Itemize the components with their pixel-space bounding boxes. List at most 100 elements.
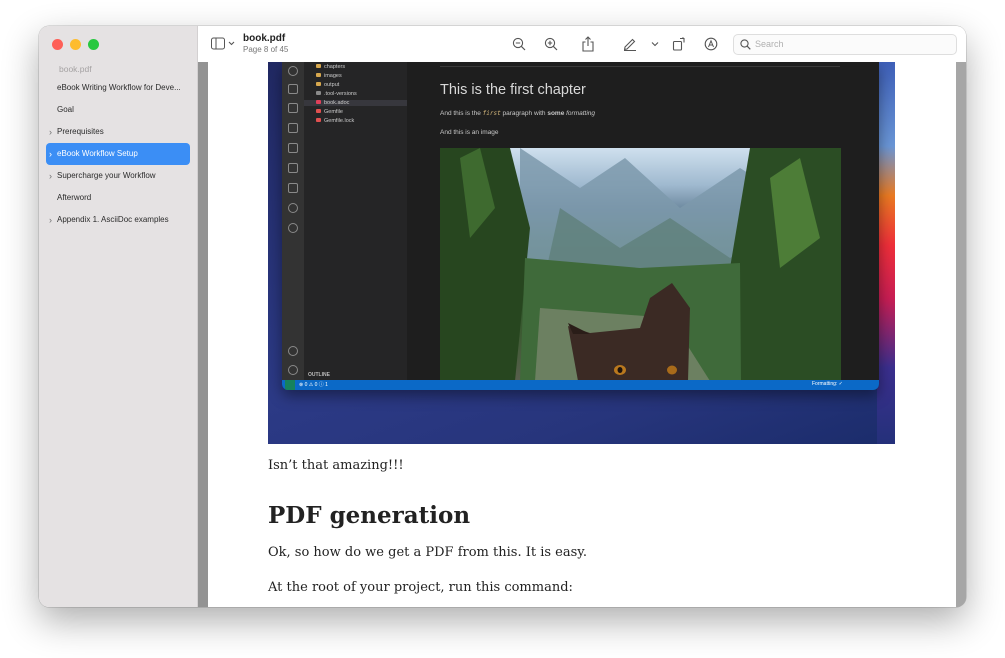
explorer-item-label: .tool-versions — [324, 91, 357, 97]
explorer-item-label: chapters — [324, 64, 346, 70]
search-icon — [288, 66, 298, 76]
toc-item[interactable]: eBook Writing Workflow for Deve... — [46, 77, 190, 99]
docker-icon — [288, 183, 298, 193]
problems-indicator: ⊗ 0 ⚠ 0 ⓘ 1 — [299, 382, 328, 388]
source-control-icon — [288, 84, 298, 94]
folder-icon — [316, 82, 321, 86]
folder-icon — [316, 73, 321, 77]
scrollbar[interactable] — [956, 62, 966, 607]
dog-photo — [440, 148, 841, 381]
status-bar: ⊗ 0 ⚠ 0 ⓘ 1 Formatting: ✓ — [282, 380, 879, 390]
pdf-page: OUTLINE chapters images output .tool-versio… — [208, 62, 957, 607]
explorer-item: Gemfile — [316, 109, 343, 115]
share-button[interactable] — [580, 36, 596, 52]
toc-item[interactable]: Afterword — [46, 187, 190, 209]
zoom-in-button[interactable] — [543, 36, 559, 52]
explorer-item-label: book.adoc — [324, 100, 350, 106]
remote-explorer-icon — [288, 143, 298, 153]
zoom-in-icon — [544, 37, 558, 51]
file-icon — [316, 91, 321, 95]
editor-screenshot-image: OUTLINE chapters images output .tool-versio… — [268, 62, 895, 444]
preview-window: book.pdf eBook Writing Workflow for Deve… — [39, 26, 966, 607]
search-icon — [740, 39, 751, 50]
sidebar: book.pdf eBook Writing Workflow for Deve… — [39, 26, 198, 607]
disclosure-chevron-icon[interactable]: › — [49, 121, 52, 143]
toc-item[interactable]: › Appendix 1. AsciiDoc examples — [46, 209, 190, 231]
rotate-icon — [672, 37, 685, 51]
search-placeholder: Search — [755, 39, 784, 49]
toc-item-label: Supercharge your Workflow — [57, 171, 156, 180]
document-viewport[interactable]: OUTLINE chapters images output .tool-versio… — [198, 62, 966, 607]
minimize-button[interactable] — [70, 39, 81, 50]
explorer-item: images — [316, 73, 342, 79]
toc-item[interactable]: Goal — [46, 99, 190, 121]
chevron-down-icon — [651, 42, 659, 47]
preview-paragraph-2: And this is an image — [440, 129, 499, 136]
pen-icon — [623, 38, 636, 51]
account-icon — [288, 346, 298, 356]
toc-item-label: Appendix 1. AsciiDoc examples — [57, 215, 169, 224]
body-paragraph: At the root of your project, run this co… — [268, 580, 573, 595]
page-indicator: Page 8 of 45 — [243, 45, 289, 54]
zoom-out-button[interactable] — [511, 36, 527, 52]
toolbar: book.pdf Page 8 of 45 Search — [198, 26, 966, 63]
wallpaper-edge — [877, 62, 895, 444]
rotate-button[interactable] — [671, 36, 687, 52]
annotate-button[interactable] — [703, 36, 719, 52]
inline-code: first — [482, 110, 501, 117]
testing-icon — [288, 163, 298, 173]
explorer-item-label: Gemfile.lock — [324, 118, 355, 124]
toc-item-label: eBook Writing Workflow for Deve... — [57, 83, 181, 92]
toc-item-label: Goal — [57, 105, 74, 114]
para-text: And this is the — [440, 110, 481, 117]
markup-button[interactable] — [622, 36, 638, 52]
remote-indicator — [285, 380, 295, 390]
timeline-icon — [288, 203, 298, 213]
bold-text: some — [547, 110, 565, 117]
editor-preview-pane: This is the first chapter And this is th… — [407, 62, 879, 381]
run-debug-icon — [288, 103, 298, 113]
explorer-item-label: Gemfile — [324, 109, 343, 115]
dog-landscape-illustration — [440, 148, 841, 381]
formatting-indicator: Formatting: ✓ — [812, 381, 843, 387]
markup-menu-button[interactable] — [650, 36, 660, 52]
window-controls — [52, 39, 99, 50]
activity-bar — [282, 62, 304, 380]
sidebar-toggle-button[interactable] — [211, 36, 237, 52]
code-editor-window: OUTLINE chapters images output .tool-versio… — [282, 62, 879, 390]
settings-gear-icon — [288, 365, 298, 375]
explorer-item: Gemfile.lock — [316, 118, 354, 124]
disclosure-chevron-icon[interactable]: › — [49, 209, 52, 231]
explorer-item: chapters — [316, 64, 345, 70]
disclosure-chevron-icon[interactable]: › — [49, 165, 52, 187]
toc-item[interactable]: › Supercharge your Workflow — [46, 165, 190, 187]
zoom-button[interactable] — [88, 39, 99, 50]
section-heading: PDF generation — [268, 502, 471, 529]
toc-item-label: eBook Workflow Setup — [57, 149, 138, 158]
close-button[interactable] — [52, 39, 63, 50]
extensions-icon — [288, 123, 298, 133]
toc-item-label: Prerequisites — [57, 127, 104, 136]
explorer-item-label: images — [324, 73, 342, 79]
para-text: paragraph with — [502, 110, 546, 117]
disclosure-chevron-icon[interactable]: › — [49, 143, 52, 165]
folder-icon — [316, 64, 321, 68]
share-icon — [582, 36, 594, 52]
explorer-item: .tool-versions — [316, 91, 357, 97]
image-caption: Isn’t that amazing!!! — [268, 458, 404, 473]
explorer-item: book.adoc — [304, 100, 407, 106]
sidebar-icon — [211, 37, 235, 50]
adoc-icon — [316, 100, 321, 104]
toc-item-label: Afterword — [57, 193, 92, 202]
preview-paragraph: And this is the first paragraph with som… — [440, 110, 595, 117]
toc-item[interactable]: › Prerequisites — [46, 121, 190, 143]
explorer-item: output — [316, 82, 339, 88]
search-field[interactable]: Search — [733, 34, 957, 55]
github-icon — [288, 223, 298, 233]
body-paragraph: Ok, so how do we get a PDF from this. It… — [268, 545, 588, 560]
sidebar-title: book.pdf — [59, 64, 92, 74]
divider — [440, 66, 840, 67]
explorer-item-label: output — [324, 82, 340, 88]
toc-item[interactable]: › eBook Workflow Setup — [46, 143, 190, 165]
italic-text: formatting — [566, 110, 596, 117]
